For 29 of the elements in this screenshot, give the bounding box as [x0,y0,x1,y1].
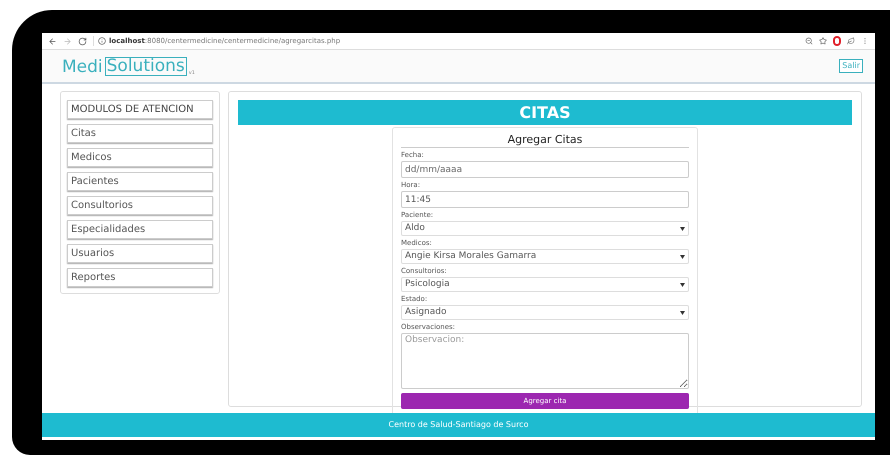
select-field[interactable]: Asignado [401,305,689,320]
sidebar-item[interactable]: Reportes [67,268,213,287]
back-icon[interactable] [48,36,57,46]
sidebar-item[interactable]: Especialidades [67,220,213,239]
sidebar-item[interactable]: Citas [67,124,213,143]
reload-icon[interactable] [78,36,87,46]
caret-icon [680,226,685,230]
footer: Centro de Salud-Santiago de Surco [42,413,875,437]
star-icon[interactable] [819,37,827,45]
ring-icon[interactable] [833,36,841,46]
textarea-field[interactable]: Observacion: [401,333,689,389]
sidebar-item[interactable]: Usuarios [67,244,213,263]
sidebar-heading: MODULOS DE ATENCION [67,100,213,119]
input-field[interactable]: 11:45 [401,191,689,208]
select-field[interactable]: Angie Kirsa Morales Gamarra [401,249,689,264]
caret-icon [680,254,685,258]
select-field[interactable]: Aldo [401,221,689,236]
select-field[interactable]: Psicologia [401,277,689,292]
caret-icon [680,310,685,314]
info-icon[interactable] [98,37,106,45]
zoom-icon[interactable] [805,37,813,45]
sidebar-item[interactable]: Medicos [67,148,213,167]
sidebar-item[interactable]: Consultorios [67,196,213,215]
page-title: CITAS [238,100,852,125]
sidebar-item[interactable]: Pacientes [67,172,213,191]
form-title: Agregar Citas [401,133,689,148]
input-field[interactable]: dd/mm/aaaa [401,161,689,178]
leaf-icon[interactable] [847,37,855,45]
caret-icon [680,282,685,286]
